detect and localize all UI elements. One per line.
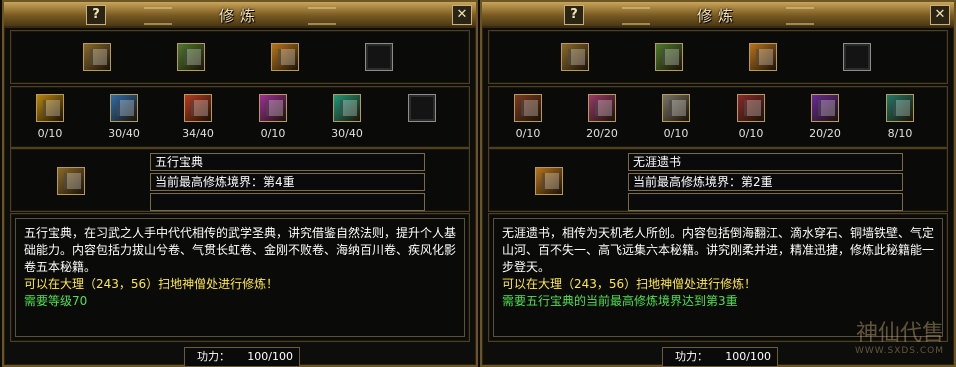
main-book-row: [10, 30, 470, 84]
sub-book-row: 0/10 20/20 0/10 0/10 20/20 8/10: [488, 86, 948, 148]
book-yellow-icon[interactable]: [36, 94, 64, 122]
requirement-text: 需要等级70: [24, 294, 88, 308]
book-golden-chest-icon[interactable]: [749, 43, 777, 71]
cultivation-window-right: ? 修炼 ✕ 0/10 20/20 0/10 0/10 20/20 8/10 无…: [480, 0, 956, 367]
location-hint: 可以在大理（243，56）扫地神僧处进行修炼！: [24, 277, 279, 291]
window-title: 修炼: [696, 7, 739, 25]
close-button[interactable]: ✕: [452, 5, 472, 25]
gongli-label: 功力：: [197, 350, 230, 363]
progress-count: 0/10: [663, 127, 689, 140]
extra-field: [628, 193, 903, 211]
description-section: 五行宝典，在习武之人手中代代相传的武学圣典，讲究借鉴自然法则，提升个人基础能力。…: [10, 213, 470, 342]
progress-count: 0/10: [515, 127, 541, 140]
selected-book-icon: [57, 167, 85, 195]
gongli-display: 功力： 100/100: [184, 347, 300, 367]
realm-field: 当前最高修炼境界：第2重: [628, 173, 903, 191]
progress-count: 0/10: [738, 127, 764, 140]
sub-book-row: 0/10 30/40 34/40 0/10 30/40: [10, 86, 470, 148]
close-button[interactable]: ✕: [930, 5, 950, 25]
cultivation-window-left: ? 修炼 ✕ 0/10 30/40 34/40 0/10 30/40 五行宝典 …: [2, 0, 478, 367]
empty-book-slot[interactable]: [408, 94, 436, 122]
window-title: 修炼: [218, 7, 261, 25]
extra-field: [150, 193, 425, 211]
book-info-section: 无涯遗书 当前最高修炼境界：第2重: [488, 148, 948, 212]
watermark-text: 神仙代售: [855, 321, 944, 346]
location-hint: 可以在大理（243，56）扫地神僧处进行修炼！: [502, 277, 757, 291]
description-text: 无涯遗书，相传为天机老人所创。内容包括倒海翻江、滴水穿石、铜墙铁壁、气定山河、百…: [502, 226, 935, 274]
watermark-logo: 神仙代售 WWW.SXDS.COM: [855, 323, 944, 357]
gongli-value: 100/100: [725, 350, 771, 363]
progress-count: 30/40: [108, 127, 140, 140]
realm-field: 当前最高修炼境界：第4重: [150, 173, 425, 191]
book-rainbow-icon[interactable]: [83, 43, 111, 71]
progress-count: 20/20: [809, 127, 841, 140]
gongli-value: 100/100: [247, 350, 293, 363]
selected-book-icon: [535, 167, 563, 195]
book-red-icon[interactable]: [184, 94, 212, 122]
description-textbox: 五行宝典，在习武之人手中代代相传的武学圣典，讲究借鉴自然法则，提升个人基础能力。…: [15, 218, 465, 337]
book-rainbow-icon[interactable]: [561, 43, 589, 71]
scroll-gray-icon[interactable]: [662, 94, 690, 122]
scroll-teal-icon[interactable]: [886, 94, 914, 122]
book-blue-icon[interactable]: [110, 94, 138, 122]
title-bar[interactable]: ? 修炼 ✕: [482, 2, 954, 28]
title-bar[interactable]: ? 修炼 ✕: [4, 2, 476, 28]
requirement-text: 需要五行宝典的当前最高修炼境界达到第3重: [502, 294, 738, 308]
description-text: 五行宝典，在习武之人手中代代相传的武学圣典，讲究借鉴自然法则，提升个人基础能力。…: [24, 226, 457, 274]
book-magenta-icon[interactable]: [259, 94, 287, 122]
gongli-label: 功力：: [675, 350, 708, 363]
progress-count: 0/10: [260, 127, 286, 140]
scroll-purple-icon[interactable]: [811, 94, 839, 122]
watermark-url: WWW.SXDS.COM: [854, 346, 944, 356]
book-name-field: 无涯遗书: [628, 153, 903, 171]
progress-count: 30/40: [331, 127, 363, 140]
progress-count: 34/40: [182, 127, 214, 140]
empty-book-slot[interactable]: [843, 43, 871, 71]
book-info-section: 五行宝典 当前最高修炼境界：第4重: [10, 148, 470, 212]
progress-count: 0/10: [37, 127, 63, 140]
scroll-pink-icon[interactable]: [588, 94, 616, 122]
description-textbox: 无涯遗书，相传为天机老人所创。内容包括倒海翻江、滴水穿石、铜墙铁壁、气定山河、百…: [493, 218, 943, 337]
scroll-brown-icon[interactable]: [514, 94, 542, 122]
empty-book-slot[interactable]: [365, 43, 393, 71]
gongli-display: 功力： 100/100: [662, 347, 778, 367]
book-green-scroll-icon[interactable]: [655, 43, 683, 71]
progress-count: 8/10: [887, 127, 913, 140]
main-book-row: [488, 30, 948, 84]
book-green-scroll-icon[interactable]: [177, 43, 205, 71]
book-golden-chest-icon[interactable]: [271, 43, 299, 71]
progress-count: 20/20: [586, 127, 618, 140]
book-cyan-icon[interactable]: [333, 94, 361, 122]
book-name-field: 五行宝典: [150, 153, 425, 171]
scroll-red-icon[interactable]: [737, 94, 765, 122]
